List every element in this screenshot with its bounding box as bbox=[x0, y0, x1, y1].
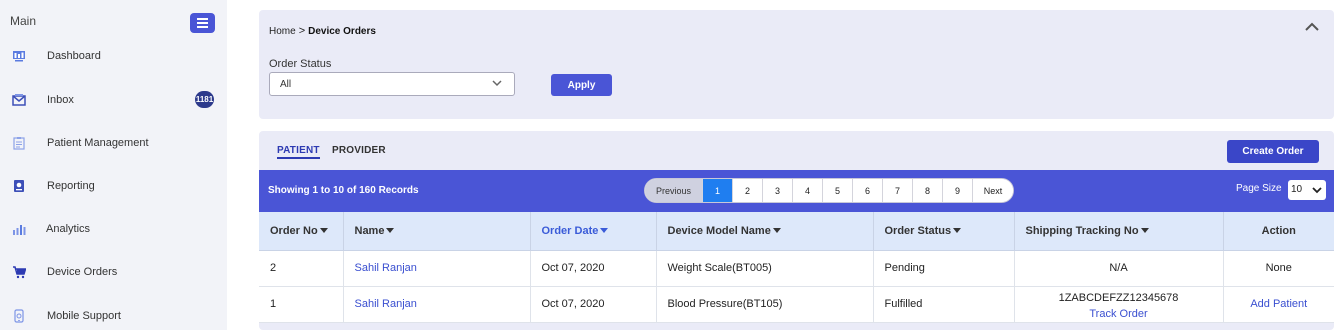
column-header-label: Shipping Tracking No bbox=[1025, 224, 1139, 237]
filter-panel: Home > Device Orders Order Status All Appl… bbox=[259, 10, 1334, 119]
sidebar-header: Main bbox=[10, 14, 37, 28]
next-page-button[interactable]: Next bbox=[973, 179, 1013, 202]
sort-caret-icon bbox=[772, 228, 781, 234]
sidebar: Main Dashboard Inbox 1181 Patient Manage… bbox=[0, 0, 227, 330]
column-header-label: Device Model Name bbox=[667, 224, 771, 237]
column-header-action: Action bbox=[1223, 212, 1334, 251]
hamburger-icon[interactable] bbox=[190, 13, 215, 33]
cell-order-date: Oct 07, 2020 bbox=[530, 250, 657, 287]
cart-icon bbox=[13, 266, 26, 279]
clipboard-icon bbox=[13, 137, 25, 150]
sidebar-item-patient-management[interactable]: Patient Management bbox=[0, 128, 227, 158]
breadcrumb-separator: > bbox=[298, 25, 306, 37]
table-row: 1 Sahil Ranjan Oct 07, 2020 Blood Pressu… bbox=[259, 286, 1334, 323]
column-header-label: Order Status bbox=[884, 224, 952, 237]
sidebar-item-label: Inbox bbox=[47, 94, 74, 106]
sort-caret-icon bbox=[319, 228, 328, 234]
page-button-3[interactable]: 3 bbox=[763, 179, 793, 202]
cell-order-no: 2 bbox=[259, 250, 344, 287]
page-button-6[interactable]: 6 bbox=[853, 179, 883, 202]
patient-name-link[interactable]: Sahil Ranjan bbox=[343, 250, 531, 287]
sort-caret-icon bbox=[953, 228, 962, 234]
track-order-link[interactable]: Track Order bbox=[1015, 306, 1223, 322]
sidebar-item-label: Patient Management bbox=[47, 137, 149, 149]
patient-name-link[interactable]: Sahil Ranjan bbox=[343, 286, 531, 323]
cell-order-status: Fulfilled bbox=[873, 286, 1015, 323]
page-button-5[interactable]: 5 bbox=[823, 179, 853, 202]
page-button-2[interactable]: 2 bbox=[733, 179, 763, 202]
table-header-row: Order No Name Order Date Device Model Na… bbox=[259, 212, 1334, 251]
page-button-8[interactable]: 8 bbox=[913, 179, 943, 202]
sidebar-item-label: Mobile Support bbox=[47, 310, 121, 322]
orders-card: PATIENT PROVIDER Create Order Showing 1 … bbox=[259, 131, 1334, 330]
create-order-button[interactable]: Create Order bbox=[1227, 140, 1319, 163]
breadcrumb-home[interactable]: Home bbox=[269, 26, 296, 37]
cell-tracking-no: N/A bbox=[1014, 250, 1224, 287]
page-button-4[interactable]: 4 bbox=[793, 179, 823, 202]
column-header-order-no[interactable]: Order No bbox=[259, 212, 344, 251]
order-status-value: All bbox=[280, 79, 292, 90]
sidebar-item-inbox[interactable]: Inbox 1181 bbox=[0, 85, 227, 115]
records-count-text: Showing 1 to 10 of 160 Records bbox=[268, 185, 419, 196]
breadcrumb: Home > Device Orders bbox=[269, 25, 376, 37]
page-size-select[interactable]: 10 bbox=[1288, 180, 1326, 200]
column-header-name[interactable]: Name bbox=[343, 212, 531, 251]
sort-caret-icon bbox=[386, 228, 395, 234]
bar-chart-icon bbox=[13, 225, 26, 235]
sidebar-item-label: Reporting bbox=[47, 180, 95, 192]
app-root: Main Dashboard Inbox 1181 Patient Manage… bbox=[0, 0, 1336, 330]
cell-tracking-no: 1ZABCDEFZZ12345678 Track Order bbox=[1014, 286, 1224, 323]
cell-device-model: Weight Scale(BT005) bbox=[656, 250, 874, 287]
chevron-up-icon[interactable] bbox=[1305, 22, 1319, 32]
column-header-tracking-no[interactable]: Shipping Tracking No bbox=[1014, 212, 1224, 251]
page-button-7[interactable]: 7 bbox=[883, 179, 913, 202]
inbox-count-badge: 1181 bbox=[195, 91, 214, 108]
orders-table: Order No Name Order Date Device Model Na… bbox=[259, 212, 1334, 323]
sidebar-item-mobile-support[interactable]: Mobile Support bbox=[0, 301, 227, 330]
dashboard-icon bbox=[13, 51, 25, 62]
tab-patient[interactable]: PATIENT bbox=[277, 145, 320, 159]
cell-order-status: Pending bbox=[873, 250, 1015, 287]
sidebar-item-dashboard[interactable]: Dashboard bbox=[0, 41, 227, 71]
previous-page-button[interactable]: Previous bbox=[645, 179, 703, 202]
apply-button[interactable]: Apply bbox=[551, 74, 612, 96]
page-button-1[interactable]: 1 bbox=[703, 179, 733, 202]
sidebar-item-reporting[interactable]: Reporting bbox=[0, 171, 227, 201]
report-icon bbox=[14, 180, 24, 192]
cell-action: None bbox=[1223, 250, 1334, 287]
sidebar-item-label: Dashboard bbox=[47, 50, 101, 62]
add-patient-link[interactable]: Add Patient bbox=[1223, 286, 1334, 323]
chevron-down-icon bbox=[1312, 187, 1322, 194]
column-header-label: Name bbox=[354, 224, 385, 237]
cell-order-no: 1 bbox=[259, 286, 344, 323]
column-header-label: Order Date bbox=[541, 224, 599, 237]
breadcrumb-current: Device Orders bbox=[308, 26, 376, 37]
order-status-select[interactable]: All bbox=[269, 72, 515, 96]
pagination: Previous 1 2 3 4 5 6 7 8 9 Next bbox=[644, 178, 1014, 203]
sidebar-item-device-orders[interactable]: Device Orders bbox=[0, 257, 227, 287]
mobile-icon bbox=[14, 309, 24, 323]
page-button-9[interactable]: 9 bbox=[943, 179, 973, 202]
tab-provider[interactable]: PROVIDER bbox=[332, 145, 386, 156]
chevron-down-icon bbox=[492, 80, 502, 87]
page-size-label: Page Size bbox=[1236, 183, 1282, 194]
order-status-label: Order Status bbox=[269, 58, 332, 70]
sidebar-item-analytics[interactable]: Analytics bbox=[0, 214, 227, 244]
column-header-label: Order No bbox=[270, 224, 318, 237]
column-header-order-status[interactable]: Order Status bbox=[873, 212, 1015, 251]
column-header-order-date[interactable]: Order Date bbox=[530, 212, 657, 251]
column-header-device-model[interactable]: Device Model Name bbox=[656, 212, 874, 251]
page-size-value: 10 bbox=[1291, 184, 1303, 195]
tracking-number: 1ZABCDEFZZ12345678 bbox=[1058, 291, 1179, 304]
cell-order-date: Oct 07, 2020 bbox=[530, 286, 657, 323]
sort-caret-icon bbox=[600, 228, 609, 234]
table-toolbar: Showing 1 to 10 of 160 Records Previous … bbox=[259, 170, 1334, 212]
sort-caret-icon bbox=[1140, 228, 1149, 234]
sidebar-item-label: Analytics bbox=[46, 223, 91, 235]
table-row: 2 Sahil Ranjan Oct 07, 2020 Weight Scale… bbox=[259, 250, 1334, 287]
sidebar-item-label: Device Orders bbox=[47, 266, 118, 278]
inbox-icon bbox=[12, 94, 26, 106]
cell-device-model: Blood Pressure(BT105) bbox=[656, 286, 874, 323]
